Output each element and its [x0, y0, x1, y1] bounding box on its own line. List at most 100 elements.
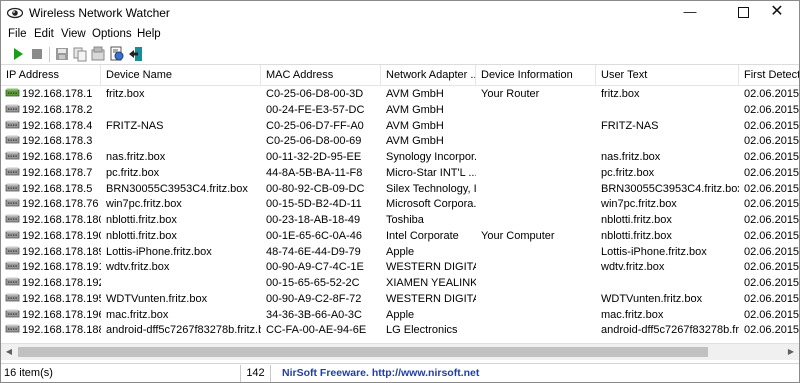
device-information-cell — [476, 181, 596, 197]
network-adapter-cell: WESTERN DIGITAL — [386, 261, 476, 274]
ip-address-text: 192.168.178.192 — [22, 277, 101, 289]
table-row[interactable]: 192.168.178.196 mac.fritz.box 34-36-3B-66-… — [1, 307, 799, 323]
network-adapter-cell: AVM GmbH — [386, 103, 444, 116]
ip-address-text: 192.168.178.195 — [22, 292, 101, 305]
window-title: Wireless Network Watcher — [29, 6, 170, 20]
device-information-cell — [476, 118, 596, 134]
scroll-left-icon[interactable]: ◀ — [1, 344, 17, 360]
device-name-cell: mac.fritz.box — [106, 308, 169, 321]
table-row[interactable]: 192.168.178.192 00-15-65-65-52-2C XIAMEN Y… — [1, 275, 799, 291]
start-icon[interactable] — [10, 46, 26, 62]
device-information-cell — [476, 133, 596, 149]
column-header-device-information[interactable]: Device Information — [476, 65, 596, 85]
save-icon[interactable] — [54, 46, 70, 62]
device-information-cell — [476, 322, 596, 338]
menu-edit[interactable]: Edit — [34, 28, 54, 40]
column-header-ip-address[interactable]: IP Address — [1, 65, 101, 85]
table-row[interactable]: 192.168.178.3 C0-25-06-D8-00-69 AVM GmbH 02… — [1, 133, 799, 149]
copy-icon[interactable] — [72, 46, 88, 62]
table-row[interactable]: 192.168.178.7 pc.fritz.box 44-8A-5B-BA-11-… — [1, 165, 799, 181]
ip-address-cell: 192.168.178.191 — [1, 259, 101, 275]
network-device-icon — [5, 198, 20, 207]
table-row[interactable]: 192.168.178.191 wdtv.fritz.box 00-90-A9-C7… — [1, 259, 799, 275]
toolbar-separator — [49, 47, 50, 62]
network-adapter-cell: AVM GmbH — [386, 135, 444, 148]
network-device-icon — [5, 309, 20, 317]
minimize-button[interactable]: — — [668, 1, 712, 23]
ip-address-text: 192.168.178.2 — [22, 103, 93, 116]
network-adapter-cell: Microsoft Corpora... — [386, 198, 476, 211]
mac-address-cell: C0-25-06-D7-FF-A0 — [266, 119, 364, 132]
device-information-cell — [476, 291, 596, 307]
device-name-cell — [101, 102, 261, 118]
html-report-icon[interactable] — [109, 46, 125, 62]
device-information-cell — [476, 244, 596, 260]
network-adapter-cell: LG Electronics — [386, 324, 458, 337]
mac-address-cell: 48-74-6E-44-D9-79 — [266, 245, 361, 258]
user-text-cell: nblotti.fritz.box — [601, 214, 672, 226]
stop-icon[interactable] — [29, 46, 45, 62]
close-button[interactable]: ✕ — [755, 1, 799, 23]
column-header-first-detected[interactable]: First Detected — [739, 65, 799, 85]
device-name-cell: nblotti.fritz.box — [106, 229, 177, 242]
mac-address-cell: 00-11-32-2D-95-EE — [266, 151, 362, 163]
column-header-network-adapter[interactable]: Network Adapter ... — [381, 65, 476, 85]
exit-icon[interactable] — [128, 46, 144, 62]
ip-address-text: 192.168.178.1 — [22, 88, 93, 100]
device-name-cell: FRITZ-NAS — [106, 119, 164, 132]
table-row[interactable]: 192.168.178.188 android-dff5c7267f83278b.… — [1, 322, 799, 338]
menu-view[interactable]: View — [61, 28, 86, 40]
network-device-icon — [5, 293, 20, 302]
menu-options[interactable]: Options — [92, 28, 132, 40]
first-detected-cell: 02.06.2015 09: — [744, 261, 799, 274]
table-row[interactable]: 192.168.178.6 nas.fritz.box 00-11-32-2D-95… — [1, 149, 799, 165]
mac-address-cell: 00-80-92-CB-09-DC — [266, 182, 365, 195]
ip-address-cell: 192.168.178.6 — [1, 149, 101, 165]
table-row[interactable]: 192.168.178.1 fritz.box C0-25-06-D8-00-3D A… — [1, 86, 799, 102]
device-information-cell: Your Computer — [481, 229, 555, 242]
network-adapter-cell: Intel Corporate — [386, 229, 459, 242]
user-text-cell — [596, 102, 739, 118]
scroll-thumb[interactable] — [18, 347, 708, 357]
status-item-count: 16 item(s) — [1, 365, 241, 382]
network-device-icon — [5, 277, 20, 286]
mac-address-cell: CC-FA-00-AE-94-6E — [266, 324, 367, 337]
table-row[interactable]: 192.168.178.180 nblotti.fritz.box 00-23-18… — [1, 212, 799, 228]
first-detected-cell: 02.06.2015 09: — [744, 292, 799, 305]
table-row[interactable]: 192.168.178.5 BRN30055C3953C4.fritz.box 00… — [1, 181, 799, 197]
table-row[interactable]: 192.168.178.4 FRITZ-NAS C0-25-06-D7-FF-A0 A… — [1, 118, 799, 134]
device-name-cell: Lottis-iPhone.fritz.box — [106, 245, 212, 258]
table-row[interactable]: 192.168.178.195 WDTVunten.fritz.box 00-90-… — [1, 291, 799, 307]
device-information-cell — [476, 149, 596, 165]
nirsoft-link[interactable]: NirSoft Freeware. http://www.nirsoft.net — [271, 365, 799, 382]
scroll-right-icon[interactable]: ▶ — [783, 344, 799, 360]
ip-address-text: 192.168.178.188 — [22, 324, 101, 337]
column-header-device-name[interactable]: Device Name — [101, 65, 261, 85]
device-name-cell — [101, 275, 261, 291]
menu-file[interactable]: File — [8, 28, 27, 40]
ip-address-text: 192.168.178.3 — [22, 135, 93, 148]
network-adapter-cell: Apple — [386, 245, 415, 258]
ip-address-text: 192.168.178.191 — [22, 261, 101, 274]
menu-help[interactable]: Help — [137, 28, 161, 40]
table-row[interactable]: 192.168.178.190 nblotti.fritz.box 00-1E-65… — [1, 228, 799, 244]
table-row[interactable]: 192.168.178.2 00-24-FE-E3-57-DC AVM GmbH 02… — [1, 102, 799, 118]
network-adapter-cell: Toshiba — [386, 214, 424, 226]
user-text-cell — [596, 133, 739, 149]
mac-address-cell: 00-24-FE-E3-57-DC — [266, 103, 365, 116]
first-detected-cell: 02.06.2015 09: — [744, 151, 799, 163]
first-detected-cell: 02.06.2015 09: — [744, 88, 799, 100]
table-row[interactable]: 192.168.178.189 Lottis-iPhone.fritz.box 48… — [1, 244, 799, 260]
user-text-cell: nblotti.fritz.box — [601, 229, 672, 242]
device-name-cell: pc.fritz.box — [106, 166, 160, 179]
network-device-icon — [5, 104, 20, 113]
column-header-user-text[interactable]: User Text — [596, 65, 739, 85]
title-bar: Wireless Network Watcher — ✕ — [1, 1, 799, 25]
horizontal-scrollbar[interactable]: ◀ ▶ — [1, 343, 799, 360]
menu-bar: File Edit View Options Help — [1, 26, 799, 44]
nirsoft-link-text[interactable]: NirSoft Freeware. http://www.nirsoft.net — [274, 367, 479, 379]
column-header-mac-address[interactable]: MAC Address — [261, 65, 381, 85]
properties-icon[interactable] — [90, 46, 106, 62]
network-device-icon — [5, 183, 20, 191]
table-row[interactable]: 192.168.178.76 win7pc.fritz.box 00-15-5D-B… — [1, 196, 799, 212]
